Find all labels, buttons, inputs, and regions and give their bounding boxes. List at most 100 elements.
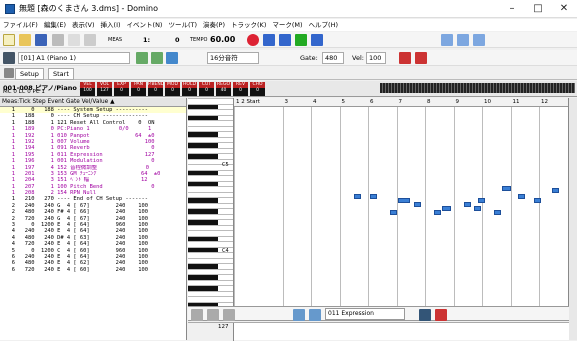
meter-value: 40 xyxy=(220,88,227,93)
channel-meter[interactable]: VOL 127 xyxy=(97,82,112,96)
note-block[interactable] xyxy=(434,210,441,215)
new-file-icon[interactable] xyxy=(3,34,15,46)
record-icon[interactable] xyxy=(247,34,259,46)
note-block[interactable] xyxy=(518,194,525,199)
piano-roll-grid[interactable]: 1 2 Start 3 4 5 6 7 8 9 10 11 12 xyxy=(234,98,569,306)
channel-meter[interactable]: CHO 0 xyxy=(250,82,265,96)
forward-icon[interactable] xyxy=(311,34,323,46)
channel-meter[interactable]: PAN 0 xyxy=(131,82,146,96)
stop-icon[interactable] xyxy=(279,34,291,46)
channel-meter[interactable]: EXP 0 xyxy=(114,82,129,96)
note-block[interactable] xyxy=(464,202,471,207)
piano-keyboard[interactable]: C5 C4 xyxy=(188,98,234,306)
rewind-icon[interactable] xyxy=(263,34,275,46)
line-tool-icon[interactable] xyxy=(207,309,219,321)
snap-select[interactable]: 16分音符 xyxy=(207,52,259,64)
channel-meter[interactable]: P.BEND 0 xyxy=(148,82,164,96)
paste-icon[interactable] xyxy=(67,34,80,46)
channel-meter[interactable]: CUT 0 xyxy=(199,82,214,96)
position-display: 1: xyxy=(143,36,151,44)
controller-scale: 127 xyxy=(188,323,234,341)
note-block[interactable] xyxy=(354,194,361,199)
note-block[interactable] xyxy=(370,194,377,199)
measure-number: 10 xyxy=(484,99,491,105)
white-key-divider xyxy=(188,136,233,138)
channel-meter[interactable]: HOLD 0 xyxy=(182,82,197,96)
channel-meter[interactable]: REV 0 xyxy=(233,82,248,96)
vel-input[interactable]: 100 xyxy=(366,52,386,64)
white-key-divider xyxy=(188,230,233,231)
track-select[interactable]: [01] A1 (Piano 1) xyxy=(18,52,130,64)
measure-number: 9 xyxy=(455,99,460,105)
note-block[interactable] xyxy=(474,206,481,211)
menu-mark[interactable]: マーク(M) xyxy=(269,19,305,31)
menu-track[interactable]: トラック(K) xyxy=(228,19,269,31)
list-view-icon[interactable] xyxy=(473,34,485,46)
meter-value: 100 xyxy=(83,88,92,93)
channel-meter[interactable]: MOD 0 xyxy=(165,82,180,96)
channel-meter[interactable]: VEL 100 xyxy=(80,82,95,96)
note-block[interactable] xyxy=(552,188,559,193)
pencil-tool-icon[interactable] xyxy=(136,52,148,64)
play-icon[interactable] xyxy=(295,34,307,46)
note-block[interactable] xyxy=(414,202,421,207)
event-list[interactable]: Meas:Tick Step Event Gate Vel/Value ▲ 1 … xyxy=(0,98,187,340)
controller-pane[interactable]: 127 xyxy=(188,322,569,341)
white-key-divider xyxy=(188,241,233,242)
measure-line xyxy=(311,107,312,306)
ctrl-settings-icon[interactable] xyxy=(293,309,305,321)
menu-play[interactable]: 演奏(P) xyxy=(200,19,228,31)
pen-tool-icon[interactable] xyxy=(191,309,203,321)
ctrl-delete-icon[interactable] xyxy=(435,309,447,321)
close-button[interactable]: ✕ xyxy=(551,0,577,18)
measure-line xyxy=(396,107,398,306)
tab-start[interactable]: Start xyxy=(48,68,74,80)
meter-value: 127 xyxy=(100,88,109,93)
menu-file[interactable]: ファイル(F) xyxy=(0,19,41,31)
measure-line xyxy=(453,107,455,306)
zoom-out-icon[interactable] xyxy=(415,52,427,64)
minimize-button[interactable]: – xyxy=(499,0,525,18)
measure-ruler[interactable]: 1 2 Start 3 4 5 6 7 8 9 10 11 12 xyxy=(234,98,568,107)
note-block[interactable] xyxy=(494,210,501,215)
maximize-button[interactable]: □ xyxy=(525,0,551,18)
channel-meter[interactable]: REGO 40 xyxy=(216,82,231,96)
ctrl-bars-icon[interactable] xyxy=(419,309,431,321)
measure-line xyxy=(282,107,284,306)
save-icon[interactable] xyxy=(35,34,48,46)
controller-select[interactable]: 011 Expression xyxy=(325,308,405,320)
measure-number: 12 xyxy=(541,99,548,105)
note-block[interactable] xyxy=(502,186,511,191)
tab-setup[interactable]: Setup xyxy=(15,68,44,80)
white-key-divider xyxy=(188,120,233,121)
undo-icon[interactable] xyxy=(84,34,97,46)
curve-tool-icon[interactable] xyxy=(223,309,235,321)
note-block[interactable] xyxy=(390,210,397,215)
menu-insert[interactable]: 挿入(I) xyxy=(98,19,124,31)
white-key-divider xyxy=(188,125,233,127)
vertical-scrollbar[interactable] xyxy=(569,98,577,340)
grid-view-icon[interactable] xyxy=(457,34,469,46)
select-tool-icon[interactable] xyxy=(166,52,178,64)
gate-input[interactable]: 480 xyxy=(322,52,344,64)
menu-tools[interactable]: ツール(T) xyxy=(165,19,200,31)
open-folder-icon[interactable] xyxy=(19,34,32,46)
cut-icon[interactable] xyxy=(51,34,64,46)
menu-event[interactable]: イベント(N) xyxy=(124,19,166,31)
brush-tool-icon[interactable] xyxy=(151,52,163,64)
event-row[interactable]: 6 720 240 E 4 [ 60] 240 100 xyxy=(0,267,186,273)
measure-line xyxy=(368,107,369,306)
window-layout-icon[interactable] xyxy=(441,34,453,46)
gear-icon[interactable] xyxy=(4,68,14,78)
menu-help[interactable]: ヘルプ(H) xyxy=(306,19,341,31)
measure-line xyxy=(234,107,235,306)
ctrl-copy-icon[interactable] xyxy=(309,309,321,321)
note-block[interactable] xyxy=(534,198,541,203)
note-block[interactable] xyxy=(478,198,485,203)
note-block[interactable] xyxy=(398,198,410,203)
zoom-in-icon[interactable] xyxy=(399,52,411,64)
menu-edit[interactable]: 編集(E) xyxy=(41,19,69,31)
menu-view[interactable]: 表示(V) xyxy=(69,19,98,31)
measure-number: 4 xyxy=(313,99,317,105)
note-block[interactable] xyxy=(442,206,451,211)
